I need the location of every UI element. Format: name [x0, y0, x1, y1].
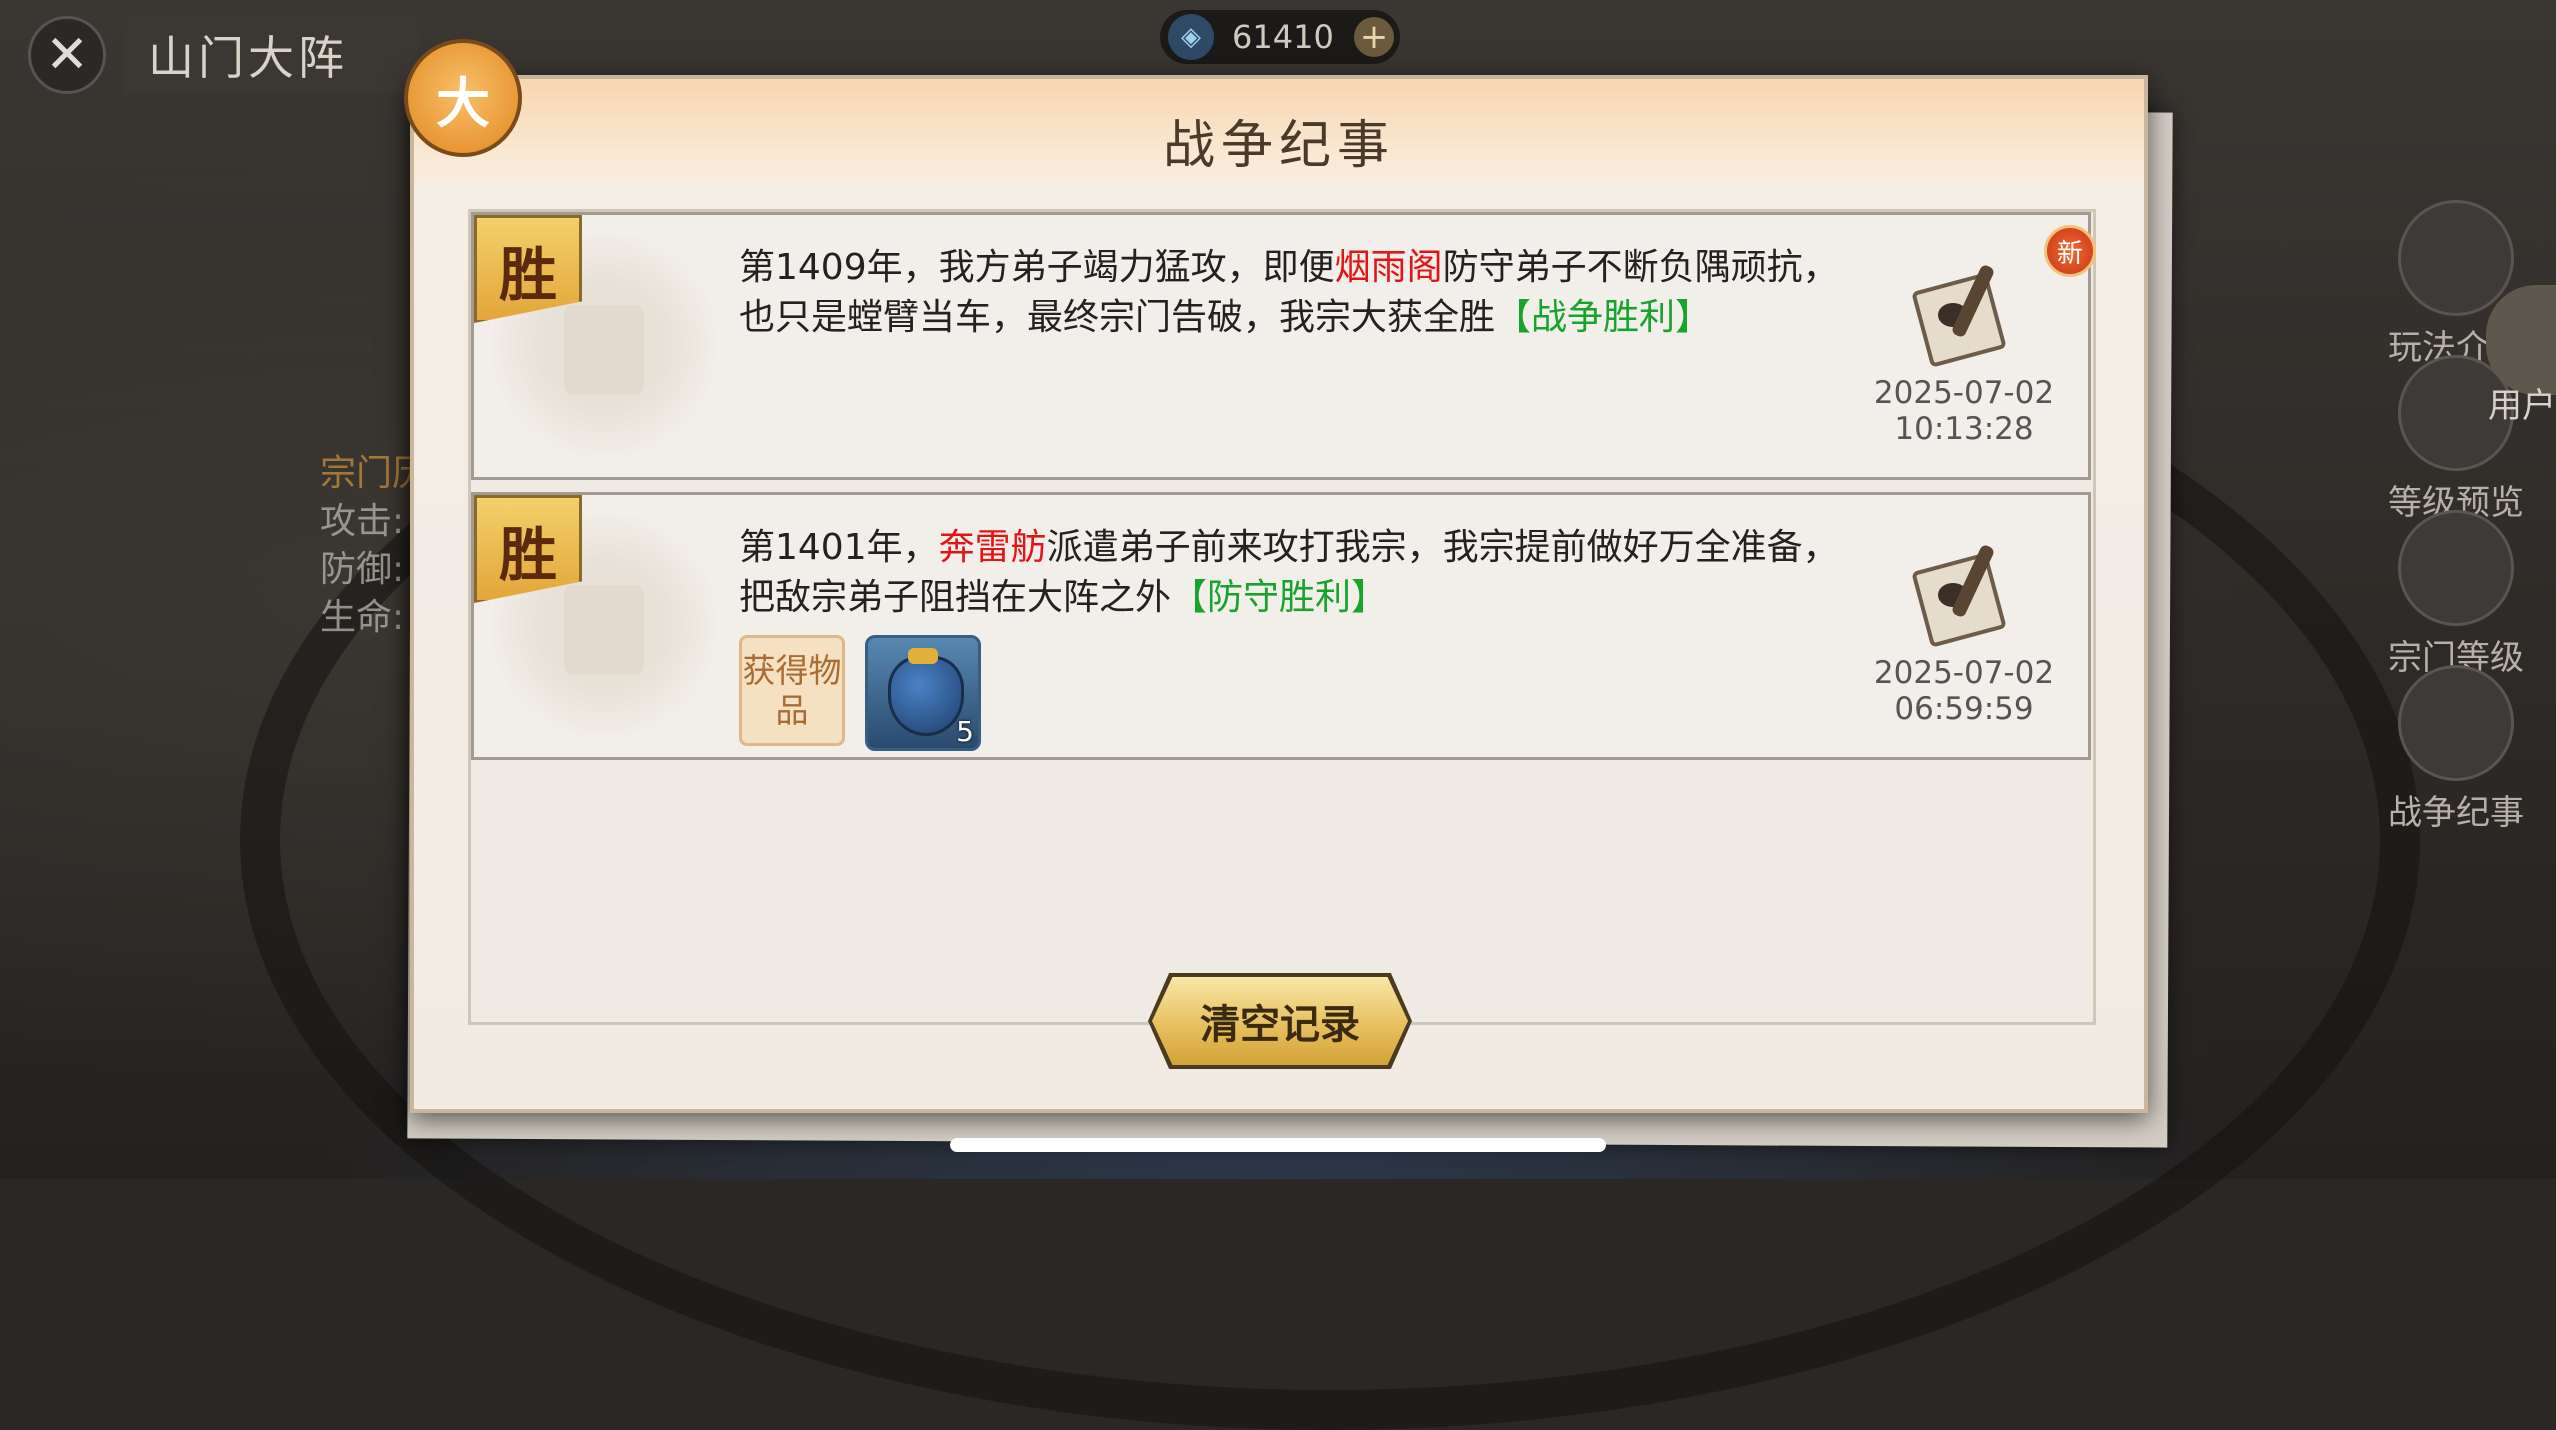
side-item-label: 战争纪事	[2388, 793, 2524, 833]
record-text-part: 第1409年，我方弟子竭力猛攻，即便	[739, 247, 1335, 288]
record-date: 2025-07-02	[1873, 375, 2055, 411]
pavilion-icon	[2398, 510, 2514, 626]
currency-value: 61410	[1232, 18, 1334, 56]
add-currency-button[interactable]: +	[1354, 17, 1394, 57]
new-badge: 新	[2044, 225, 2096, 277]
user-label[interactable]: 用户	[2488, 378, 2556, 427]
record-list: 胜 第1409年，我方弟子竭力猛攻，即便烟雨阁防守弟子不断负隅顽抗，也只是螳臂当…	[468, 209, 2096, 1025]
reward-label: 获得物品	[739, 635, 845, 746]
battle-replay-icon[interactable]	[1911, 263, 2007, 368]
home-indicator[interactable]	[950, 1138, 1606, 1152]
book-icon	[2398, 200, 2514, 316]
reward-row: 获得物品 5	[739, 635, 981, 751]
currency-bar: ◈ 61410 +	[1160, 10, 1400, 64]
chronicle-icon	[2398, 665, 2514, 781]
record-description: 第1409年，我方弟子竭力猛攻，即便烟雨阁防守弟子不断负隅顽抗，也只是螳臂当车，…	[739, 243, 1839, 343]
record-text-part: 第1401年，	[739, 527, 939, 568]
record-date: 2025-07-02	[1873, 655, 2055, 691]
result-label: 【战争胜利】	[1495, 297, 1712, 338]
treasure-bag-icon[interactable]: 5	[865, 635, 981, 751]
side-item-war-chronicle[interactable]: 战争纪事	[2376, 665, 2536, 834]
clear-records-button[interactable]: 清空记录	[1152, 977, 1408, 1065]
sect-name: 奔雷舫	[938, 527, 1047, 568]
top-bar: ✕ 山门大阵	[28, 16, 418, 94]
spirit-stone-icon: ◈	[1168, 14, 1214, 60]
side-item-sect-level[interactable]: 宗门等级	[2376, 510, 2536, 679]
scene-title: 山门大阵	[124, 16, 418, 94]
close-icon[interactable]: ✕	[28, 16, 106, 94]
dialog-title: 战争纪事	[1162, 116, 1395, 176]
record-item[interactable]: 胜 第1409年，我方弟子竭力猛攻，即便烟雨阁防守弟子不断负隅顽抗，也只是螳臂当…	[471, 212, 2096, 480]
record-time: 10:13:28	[1894, 411, 2034, 447]
result-label: 【防守胜利】	[1171, 577, 1388, 618]
war-chronicle-dialog: 大 战争纪事 胜 第1409年，我方弟子竭力猛攻，即便烟雨阁防守弟子不断负隅顽抗…	[404, 39, 2148, 1113]
record-timestamp: 2025-07-02 10:13:28	[1864, 375, 2064, 447]
sect-name: 烟雨阁	[1334, 247, 1443, 288]
record-description: 第1401年，奔雷舫派遣弟子前来攻打我宗，我宗提前做好万全准备，把敌宗弟子阻挡在…	[739, 523, 1839, 623]
reward-count: 5	[956, 715, 974, 748]
battle-replay-icon[interactable]	[1911, 543, 2007, 648]
record-timestamp: 2025-07-02 06:59:59	[1864, 655, 2064, 727]
record-time: 06:59:59	[1894, 691, 2034, 727]
record-item[interactable]: 胜 第1401年，奔雷舫派遣弟子前来攻打我宗，我宗提前做好万全准备，把敌宗弟子阻…	[471, 492, 2091, 760]
